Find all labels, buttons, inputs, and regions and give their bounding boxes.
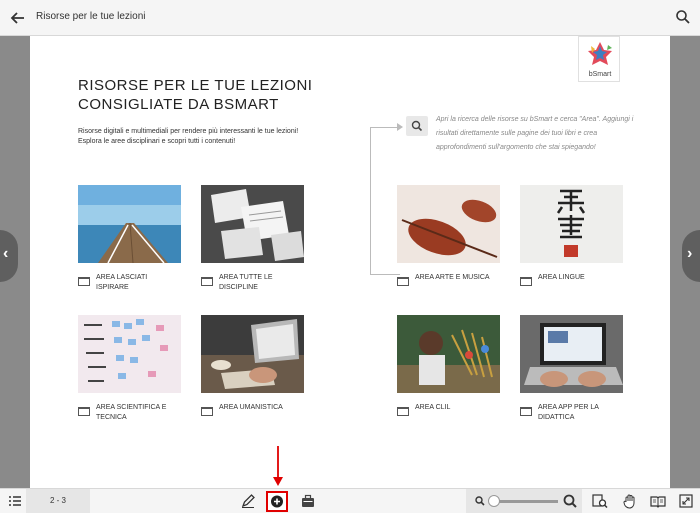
plus-circle-icon — [271, 495, 283, 508]
logo-text: bSmart — [588, 71, 612, 78]
zoom-slider-thumb[interactable] — [488, 495, 500, 507]
tile-area-lingue[interactable]: AREA LINGUE — [520, 185, 623, 286]
tile-label: AREA APP PER LA DIDATTICA — [538, 404, 599, 421]
folder-icon — [520, 273, 532, 286]
connector-line — [370, 127, 400, 275]
tile-label: AREA LASCIATI ISPIRARE — [96, 274, 148, 291]
next-page-button[interactable]: › — [682, 230, 700, 282]
tile-area-tutte-le-discipline[interactable]: AREA TUTTE LE DISCIPLINE — [201, 185, 304, 291]
page-heading: RISORSE PER LE TUE LEZIONI CONSIGLIATE D… — [78, 76, 312, 114]
previous-page-button[interactable]: ‹ — [0, 230, 18, 282]
folder-icon — [78, 403, 90, 416]
tile-label: AREA SCIENTIFICA E TECNICA — [96, 404, 167, 421]
top-bar: Risorse per le tue lezioni — [0, 0, 700, 36]
zoom-control — [466, 489, 582, 513]
pen-icon[interactable] — [240, 493, 256, 509]
zoom-out-icon[interactable] — [472, 493, 488, 509]
bsmart-logo: bSmart — [578, 36, 620, 82]
tile-image-whiteboard — [78, 315, 181, 393]
search-page-icon[interactable] — [592, 493, 608, 509]
heading-line-2: CONSIGLIATE DA BSMART — [78, 96, 279, 113]
chevron-left-icon: ‹ — [3, 245, 9, 262]
tile-label: AREA CLIL — [415, 404, 451, 411]
briefcase-icon[interactable] — [300, 493, 316, 509]
zoom-slider-track[interactable] — [490, 500, 558, 503]
tile-image-calligraphy — [520, 185, 623, 263]
tile-label: AREA LINGUE — [538, 274, 585, 281]
book-page: bSmart RISORSE PER LE TUE LEZIONI CONSIG… — [30, 36, 670, 488]
folder-icon — [78, 273, 90, 286]
tile-label: AREA ARTE E MUSICA — [415, 274, 490, 281]
intro-text: Risorse digitali e multimediali per rend… — [78, 128, 299, 145]
tile-image-desk — [201, 315, 304, 393]
tile-image-pier — [78, 185, 181, 263]
tile-area-lasciati-ispirare[interactable]: AREA LASCIATI ISPIRARE — [78, 185, 181, 291]
folder-icon — [201, 273, 213, 286]
page-indicator[interactable]: 2 - 3 — [26, 489, 90, 513]
tile-image-papers — [201, 185, 304, 263]
heading-line-1: RISORSE PER LE TUE LEZIONI — [78, 77, 313, 94]
tile-label: AREA UMANISTICA — [219, 404, 283, 411]
folder-icon — [397, 273, 409, 286]
zoom-in-icon[interactable] — [562, 493, 578, 509]
tile-label: AREA TUTTE LE DISCIPLINE — [219, 274, 273, 291]
connector-arrowhead — [397, 123, 403, 131]
add-resource-button[interactable] — [266, 491, 288, 512]
bottom-toolbar: 2 - 3 — [0, 488, 700, 513]
search-hint-icon — [406, 116, 428, 136]
annotation-arrow-icon — [272, 446, 284, 488]
search-icon[interactable] — [674, 8, 692, 26]
book-icon[interactable] — [650, 493, 666, 509]
folder-icon — [520, 403, 532, 416]
list-icon[interactable] — [8, 494, 22, 508]
search-hint-text: Apri la ricerca delle risorse su bSmart … — [436, 116, 634, 151]
page-indicator-text: 2 - 3 — [49, 496, 66, 505]
tile-area-scientifica-e-tecnica[interactable]: AREA SCIENTIFICA E TECNICA — [78, 315, 181, 421]
fullscreen-icon[interactable] — [678, 493, 694, 509]
tile-area-umanistica[interactable]: AREA UMANISTICA — [201, 315, 304, 416]
folder-icon — [201, 403, 213, 416]
tile-image-child — [397, 315, 500, 393]
back-arrow-icon[interactable] — [8, 8, 28, 28]
tile-area-app-per-la-didattica[interactable]: AREA APP PER LA DIDATTICA — [520, 315, 623, 421]
tile-image-laptop — [520, 315, 623, 393]
folder-icon — [397, 403, 409, 416]
tile-area-arte-e-musica[interactable]: AREA ARTE E MUSICA — [397, 185, 500, 286]
tile-image-violin — [397, 185, 500, 263]
chevron-right-icon: › — [687, 245, 693, 262]
page-title: Risorse per le tue lezioni — [36, 11, 146, 22]
tile-area-clil[interactable]: AREA CLIL — [397, 315, 500, 416]
hand-icon[interactable] — [622, 493, 638, 509]
